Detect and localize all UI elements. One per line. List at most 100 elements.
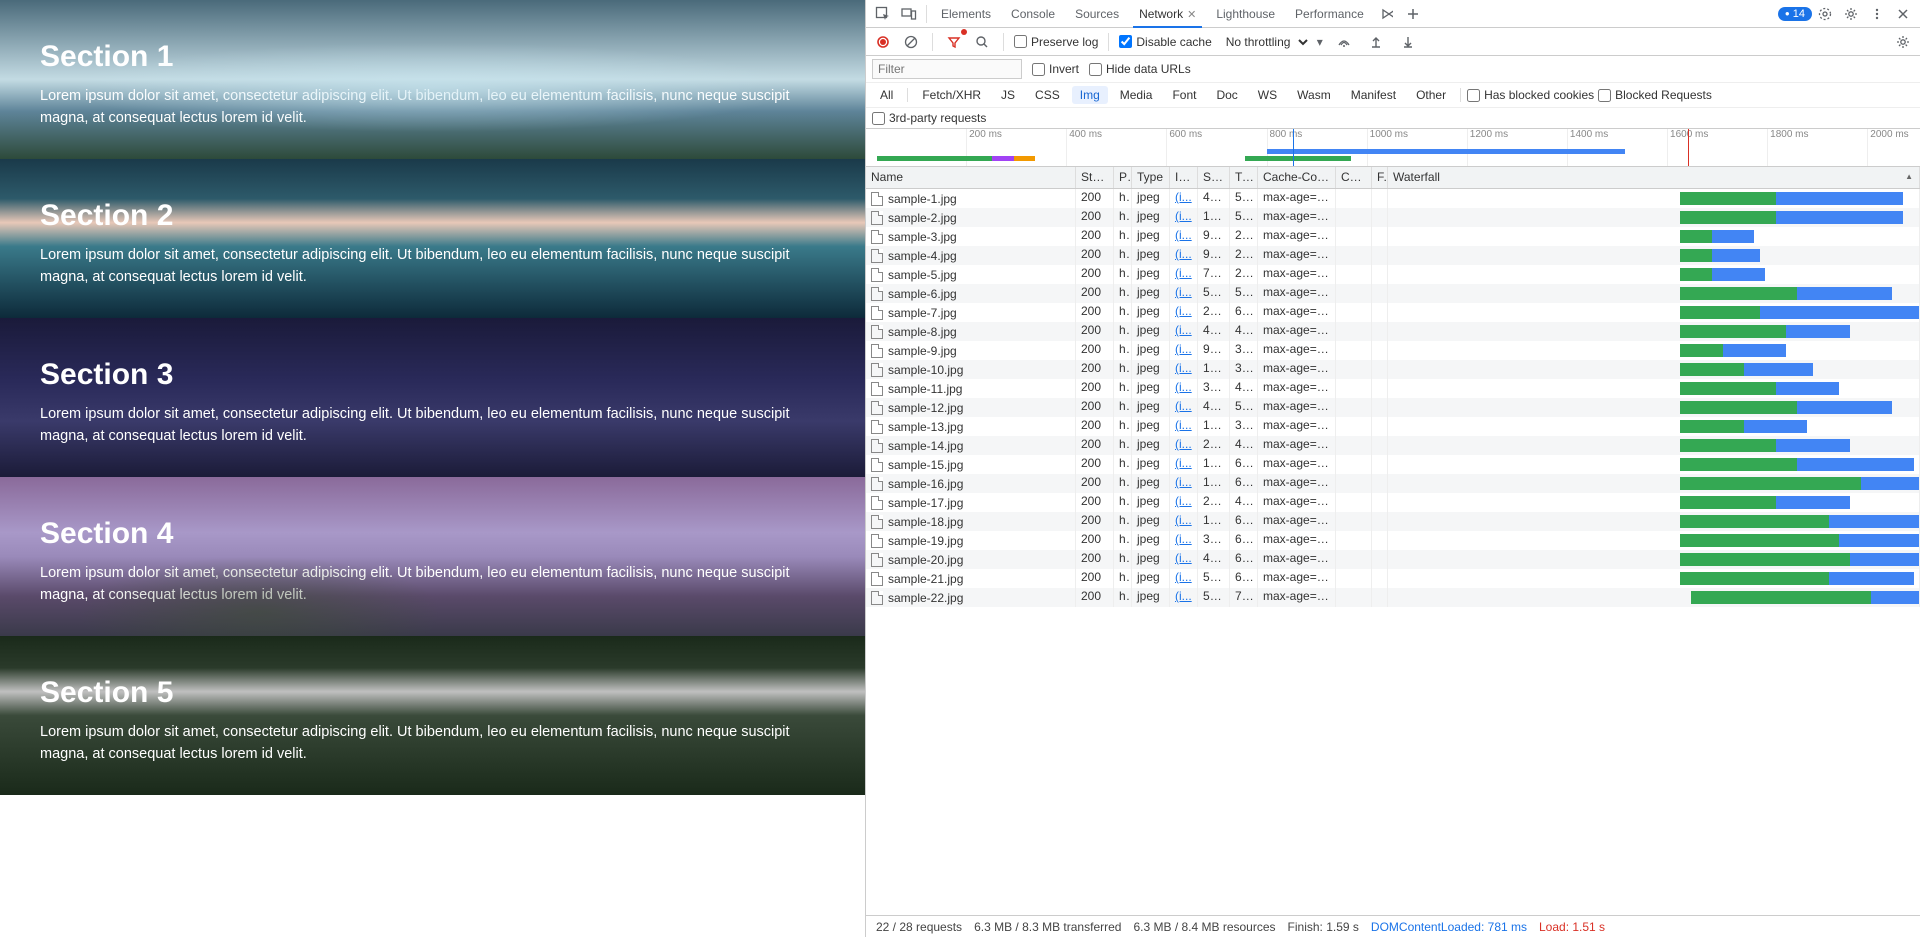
preserve-log-checkbox[interactable]: Preserve log	[1014, 35, 1098, 49]
close-icon[interactable]: ✕	[1187, 9, 1196, 21]
type-css[interactable]: CSS	[1027, 86, 1068, 104]
initiator-link[interactable]: (i...	[1175, 551, 1192, 565]
import-har-icon[interactable]	[1365, 31, 1387, 53]
type-ws[interactable]: WS	[1250, 86, 1285, 104]
more-tabs-icon[interactable]	[1374, 1, 1400, 27]
tab-elements[interactable]: Elements	[931, 1, 1001, 27]
table-row[interactable]: sample-19.jpg200h..jpeg(i...38...67...ma…	[866, 531, 1920, 550]
initiator-link[interactable]: (i...	[1175, 361, 1192, 375]
type-font[interactable]: Font	[1164, 86, 1204, 104]
initiator-link[interactable]: (i...	[1175, 513, 1192, 527]
initiator-link[interactable]: (i...	[1175, 228, 1192, 242]
filter-input[interactable]	[872, 59, 1022, 79]
kebab-menu-icon[interactable]	[1864, 1, 1890, 27]
record-icon[interactable]	[872, 31, 894, 53]
filter-icon[interactable]	[943, 31, 965, 53]
table-row[interactable]: sample-3.jpg200h..jpeg(i...90...26...max…	[866, 227, 1920, 246]
hide-data-urls-checkbox[interactable]: Hide data URLs	[1089, 62, 1191, 76]
table-row[interactable]: sample-8.jpg200h..jpeg(i...41...44...max…	[866, 322, 1920, 341]
close-devtools-icon[interactable]	[1890, 1, 1916, 27]
initiator-link[interactable]: (i...	[1175, 323, 1192, 337]
initiator-link[interactable]: (i...	[1175, 570, 1192, 584]
table-row[interactable]: sample-6.jpg200h..jpeg(i...59...56...max…	[866, 284, 1920, 303]
table-row[interactable]: sample-21.jpg200h..jpeg(i...51...60...ma…	[866, 569, 1920, 588]
table-row[interactable]: sample-4.jpg200h..jpeg(i...97...25...max…	[866, 246, 1920, 265]
initiator-link[interactable]: (i...	[1175, 209, 1192, 223]
initiator-link[interactable]: (i...	[1175, 247, 1192, 261]
col-initiator[interactable]: Ini...	[1170, 167, 1198, 188]
col-protocol[interactable]: P	[1114, 167, 1132, 188]
initiator-link[interactable]: (i...	[1175, 456, 1192, 470]
webpage-pane[interactable]: Section 1 Lorem ipsum dolor sit amet, co…	[0, 0, 865, 937]
tab-network[interactable]: Network✕	[1129, 1, 1206, 27]
table-row[interactable]: sample-10.jpg200h..jpeg(i...14...35...ma…	[866, 360, 1920, 379]
gear-icon[interactable]	[1892, 31, 1914, 53]
table-row[interactable]: sample-1.jpg200h..jpeg(i...40...54...max…	[866, 189, 1920, 208]
settings-alt-icon[interactable]	[1812, 1, 1838, 27]
type-other[interactable]: Other	[1408, 86, 1454, 104]
table-row[interactable]: sample-9.jpg200h..jpeg(i...92...30...max…	[866, 341, 1920, 360]
col-size[interactable]: Size	[1198, 167, 1230, 188]
initiator-link[interactable]: (i...	[1175, 285, 1192, 299]
table-row[interactable]: sample-20.jpg200h..jpeg(i...45...69...ma…	[866, 550, 1920, 569]
type-fetchxhr[interactable]: Fetch/XHR	[914, 86, 989, 104]
col-name[interactable]: Name	[866, 167, 1076, 188]
table-row[interactable]: sample-22.jpg200h..jpeg(i...58...73...ma…	[866, 588, 1920, 607]
type-wasm[interactable]: Wasm	[1289, 86, 1339, 104]
type-js[interactable]: JS	[993, 86, 1023, 104]
col-status[interactable]: Status	[1076, 167, 1114, 188]
issues-badge[interactable]: 14	[1778, 7, 1812, 21]
col-f[interactable]: F.	[1372, 167, 1388, 188]
type-manifest[interactable]: Manifest	[1343, 86, 1404, 104]
blocked-requests-checkbox[interactable]: Blocked Requests	[1598, 88, 1712, 102]
tab-lighthouse[interactable]: Lighthouse	[1206, 1, 1285, 27]
table-row[interactable]: sample-16.jpg200h..jpeg(i...13...61...ma…	[866, 474, 1920, 493]
throttling-select[interactable]: No throttling	[1218, 32, 1311, 52]
inspect-element-icon[interactable]	[870, 1, 896, 27]
initiator-link[interactable]: (i...	[1175, 266, 1192, 280]
disable-cache-checkbox[interactable]: Disable cache	[1119, 35, 1211, 49]
initiator-link[interactable]: (i...	[1175, 380, 1192, 394]
tab-console[interactable]: Console	[1001, 1, 1065, 27]
type-doc[interactable]: Doc	[1208, 86, 1245, 104]
table-row[interactable]: sample-15.jpg200h..jpeg(i...17...60...ma…	[866, 455, 1920, 474]
table-row[interactable]: sample-12.jpg200h..jpeg(i...47...54...ma…	[866, 398, 1920, 417]
table-row[interactable]: sample-7.jpg200h..jpeg(i...20...62...max…	[866, 303, 1920, 322]
initiator-link[interactable]: (i...	[1175, 190, 1192, 204]
device-toolbar-icon[interactable]	[896, 1, 922, 27]
initiator-link[interactable]: (i...	[1175, 532, 1192, 546]
table-row[interactable]: sample-14.jpg200h..jpeg(i...25...44...ma…	[866, 436, 1920, 455]
initiator-link[interactable]: (i...	[1175, 494, 1192, 508]
network-overview-timeline[interactable]: 200 ms400 ms600 ms800 ms1000 ms1200 ms14…	[866, 129, 1920, 167]
table-row[interactable]: sample-13.jpg200h..jpeg(i...12...35...ma…	[866, 417, 1920, 436]
initiator-link[interactable]: (i...	[1175, 589, 1192, 603]
table-row[interactable]: sample-18.jpg200h..jpeg(i...19...64...ma…	[866, 512, 1920, 531]
network-table-body[interactable]: sample-1.jpg200h..jpeg(i...40...54...max…	[866, 189, 1920, 915]
col-time[interactable]: Ti...	[1230, 167, 1258, 188]
third-party-checkbox[interactable]: 3rd-party requests	[872, 111, 986, 125]
initiator-link[interactable]: (i...	[1175, 475, 1192, 489]
add-tab-icon[interactable]	[1400, 1, 1426, 27]
tab-sources[interactable]: Sources	[1065, 1, 1129, 27]
initiator-link[interactable]: (i...	[1175, 342, 1192, 356]
table-row[interactable]: sample-11.jpg200h..jpeg(i...35...43...ma…	[866, 379, 1920, 398]
initiator-link[interactable]: (i...	[1175, 418, 1192, 432]
tab-performance[interactable]: Performance	[1285, 1, 1374, 27]
col-type[interactable]: Type	[1132, 167, 1170, 188]
col-cache-control[interactable]: Cache-Control	[1258, 167, 1336, 188]
type-img[interactable]: Img	[1072, 86, 1108, 104]
network-conditions-icon[interactable]	[1333, 31, 1355, 53]
initiator-link[interactable]: (i...	[1175, 304, 1192, 318]
initiator-link[interactable]: (i...	[1175, 399, 1192, 413]
col-waterfall[interactable]: Waterfall	[1388, 167, 1920, 188]
clear-icon[interactable]	[900, 31, 922, 53]
table-row[interactable]: sample-2.jpg200h..jpeg(i...18...54...max…	[866, 208, 1920, 227]
type-all[interactable]: All	[872, 86, 901, 104]
table-row[interactable]: sample-17.jpg200h..jpeg(i...26...45...ma…	[866, 493, 1920, 512]
table-row[interactable]: sample-5.jpg200h..jpeg(i...76...26...max…	[866, 265, 1920, 284]
initiator-link[interactable]: (i...	[1175, 437, 1192, 451]
gear-icon[interactable]	[1838, 1, 1864, 27]
export-har-icon[interactable]	[1397, 31, 1419, 53]
invert-checkbox[interactable]: Invert	[1032, 62, 1079, 76]
search-icon[interactable]	[971, 31, 993, 53]
